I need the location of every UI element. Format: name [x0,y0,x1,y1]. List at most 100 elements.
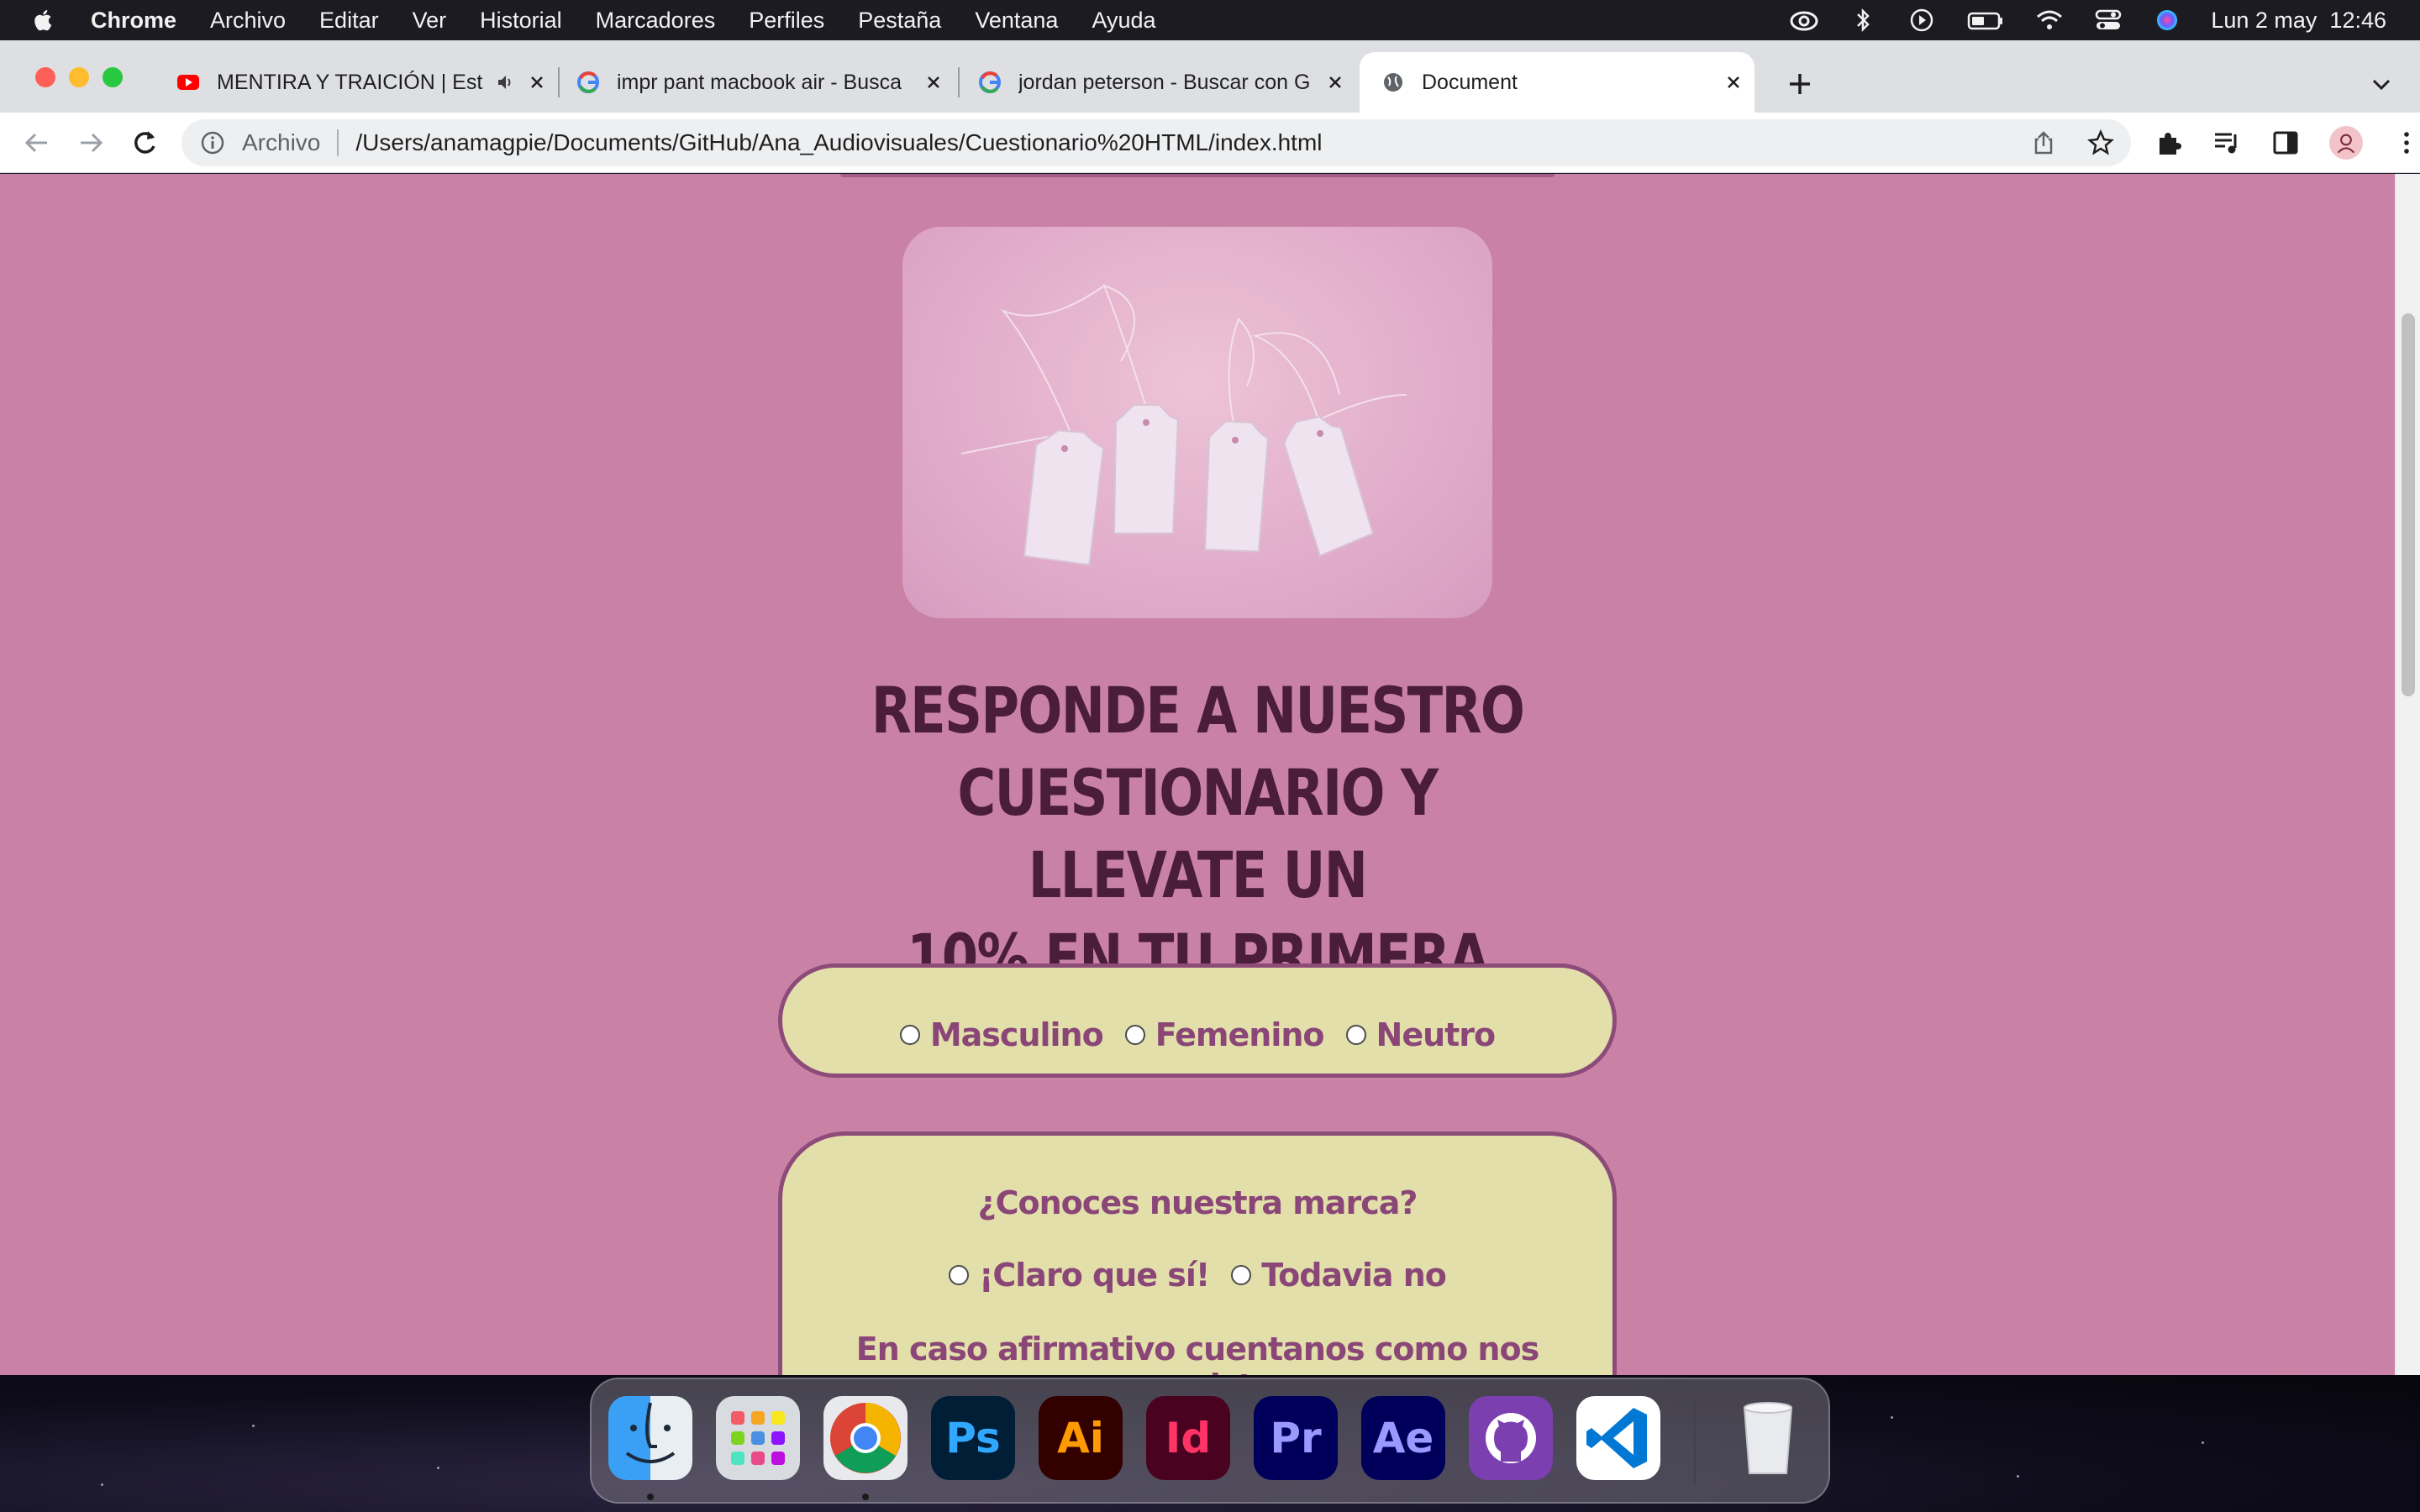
profile-face-icon [2337,134,2355,154]
vscode-icon[interactable] [1576,1396,1660,1480]
chrome-icon[interactable] [823,1396,908,1480]
menu-marcadores[interactable]: Marcadores [596,8,716,34]
photoshop-icon[interactable]: Ps [931,1396,1015,1480]
tab-youtube[interactable]: MENTIRA Y TRAICIÓN | Est [176,62,546,102]
tab-title: impr pant macbook air - Busca [617,70,902,94]
tab-google-search-2[interactable]: jordan peterson - Buscar con G [978,62,1344,102]
google-icon [577,71,599,93]
label-masculino[interactable]: Masculino [930,1016,1104,1053]
illustrator-label: Ai [1057,1414,1104,1462]
label-claro-que-si[interactable]: ¡Claro que sí! [979,1257,1210,1294]
globe-icon [1384,73,1402,92]
omnibox-divider [337,129,339,156]
github-desktop-icon[interactable] [1469,1396,1553,1480]
close-tab-icon[interactable] [1326,73,1344,92]
more-menu-icon[interactable] [2391,128,2420,158]
dock-divider [1694,1401,1696,1485]
menu-ver[interactable]: Ver [413,8,447,34]
photoshop-label: Ps [945,1414,1001,1462]
url-text[interactable]: /Users/anamagpie/Documents/GitHub/Ana_Au… [355,129,1322,156]
siri-icon[interactable] [2152,7,2182,34]
scrollbar-thumb[interactable] [2402,313,2415,696]
tab-title: MENTIRA Y TRAICIÓN | Est [217,70,483,94]
label-todavia-no[interactable]: Todavia no [1261,1257,1447,1294]
macos-menu-bar: Chrome Archivo Editar Ver Historial Marc… [0,0,2420,40]
finder-icon[interactable] [608,1396,692,1480]
profile-avatar[interactable] [2329,126,2363,160]
close-tab-icon[interactable] [528,73,546,92]
menu-pestana[interactable]: Pestaña [858,8,941,34]
address-bar[interactable]: Archivo /Users/anamagpie/Documents/GitHu… [182,119,2131,166]
brand-question-card: ¿Conoces nuestra marca? ¡Claro que sí! T… [778,1131,1617,1375]
headline-line-2: CUESTIONARIO Y LLEVATE UN [957,755,1439,912]
page-viewport[interactable]: RESPONDE A NUESTRO CUESTIONARIO Y LLEVAT… [0,174,2420,1375]
premiere-icon[interactable]: Pr [1254,1396,1338,1480]
close-tab-icon[interactable] [924,73,943,92]
now-playing-icon[interactable] [1907,7,1937,34]
gender-options: Masculino Femenino Neutro [782,1016,1612,1053]
label-femenino[interactable]: Femenino [1155,1016,1325,1053]
bookmark-star-icon[interactable] [2087,129,2114,156]
creative-cloud-icon[interactable] [1789,7,1819,34]
radio-femenino[interactable] [1124,1025,1145,1045]
info-icon[interactable] [200,130,225,155]
google-icon [979,71,1001,93]
reload-icon[interactable] [129,128,160,158]
illustrator-icon[interactable]: Ai [1039,1396,1123,1480]
tab-google-search-1[interactable]: impr pant macbook air - Busca [576,62,943,102]
premiere-label: Pr [1270,1414,1322,1462]
menu-archivo[interactable]: Archivo [210,8,286,34]
followup-prompt: En caso afirmativo cuentanos como nos co… [855,1331,1539,1375]
tab-separator [958,67,960,97]
headline-line-1: RESPONDE A NUESTRO [871,673,1525,748]
menu-ventana[interactable]: Ventana [975,8,1058,34]
page-scrollbar[interactable] [2395,174,2420,1375]
radio-todavia-no[interactable] [1231,1265,1252,1285]
label-neutro[interactable]: Neutro [1376,1016,1497,1053]
radio-claro-que-si[interactable] [949,1265,970,1285]
menu-ayuda[interactable]: Ayuda [1092,8,1155,34]
youtube-icon [177,75,199,90]
tab-document[interactable]: Document [1381,62,1743,102]
extensions-puzzle-icon[interactable] [2153,128,2183,158]
running-indicator [647,1494,654,1500]
tab-search-chevron-icon[interactable] [2370,72,2393,96]
menu-app-name[interactable]: Chrome [91,8,176,34]
zoom-window-button[interactable] [103,67,123,87]
running-indicator [862,1494,869,1500]
indesign-icon[interactable]: Id [1146,1396,1230,1480]
status-menus: Lun 2 may 12:46 [1789,0,2386,40]
wifi-icon[interactable] [2034,7,2065,34]
forward-arrow-icon[interactable] [76,128,106,158]
aftereffects-icon[interactable]: Ae [1361,1396,1445,1480]
new-tab-icon[interactable] [1786,71,1813,97]
close-tab-icon[interactable] [1724,73,1743,92]
battery-icon[interactable] [1965,7,2006,34]
launchpad-icon[interactable] [716,1396,800,1480]
brand-question-text: ¿Conoces nuestra marca? [977,1184,1418,1221]
bluetooth-icon[interactable] [1848,7,1878,34]
apple-icon[interactable] [30,7,57,34]
back-arrow-icon[interactable] [22,128,52,158]
audio-playing-icon[interactable] [496,73,514,92]
url-scheme-label: Archivo [242,129,321,155]
radio-masculino[interactable] [899,1025,920,1045]
price-tags-illustration [960,284,1407,566]
radio-neutro[interactable] [1345,1025,1366,1045]
hero-image-price-tags [902,227,1492,618]
menu-perfiles[interactable]: Perfiles [749,8,824,34]
menu-historial[interactable]: Historial [480,8,562,34]
media-controls-icon[interactable] [2212,128,2242,158]
close-window-button[interactable] [35,67,55,87]
share-icon[interactable] [2030,129,2057,156]
gender-question-card: Masculino Femenino Neutro [778,963,1617,1078]
side-panel-icon[interactable] [2270,128,2301,158]
menu-editar[interactable]: Editar [319,8,379,34]
minimize-window-button[interactable] [69,67,89,87]
clock[interactable]: Lun 2 may 12:46 [2211,8,2386,34]
trash-icon[interactable] [1726,1396,1810,1480]
chrome-tab-strip: MENTIRA Y TRAICIÓN | Est impr pant macbo… [0,40,2420,113]
brand-options: ¡Claro que sí! Todavia no [782,1257,1612,1294]
tab-title: Document [1422,70,1518,94]
control-center-icon[interactable] [2093,7,2123,34]
